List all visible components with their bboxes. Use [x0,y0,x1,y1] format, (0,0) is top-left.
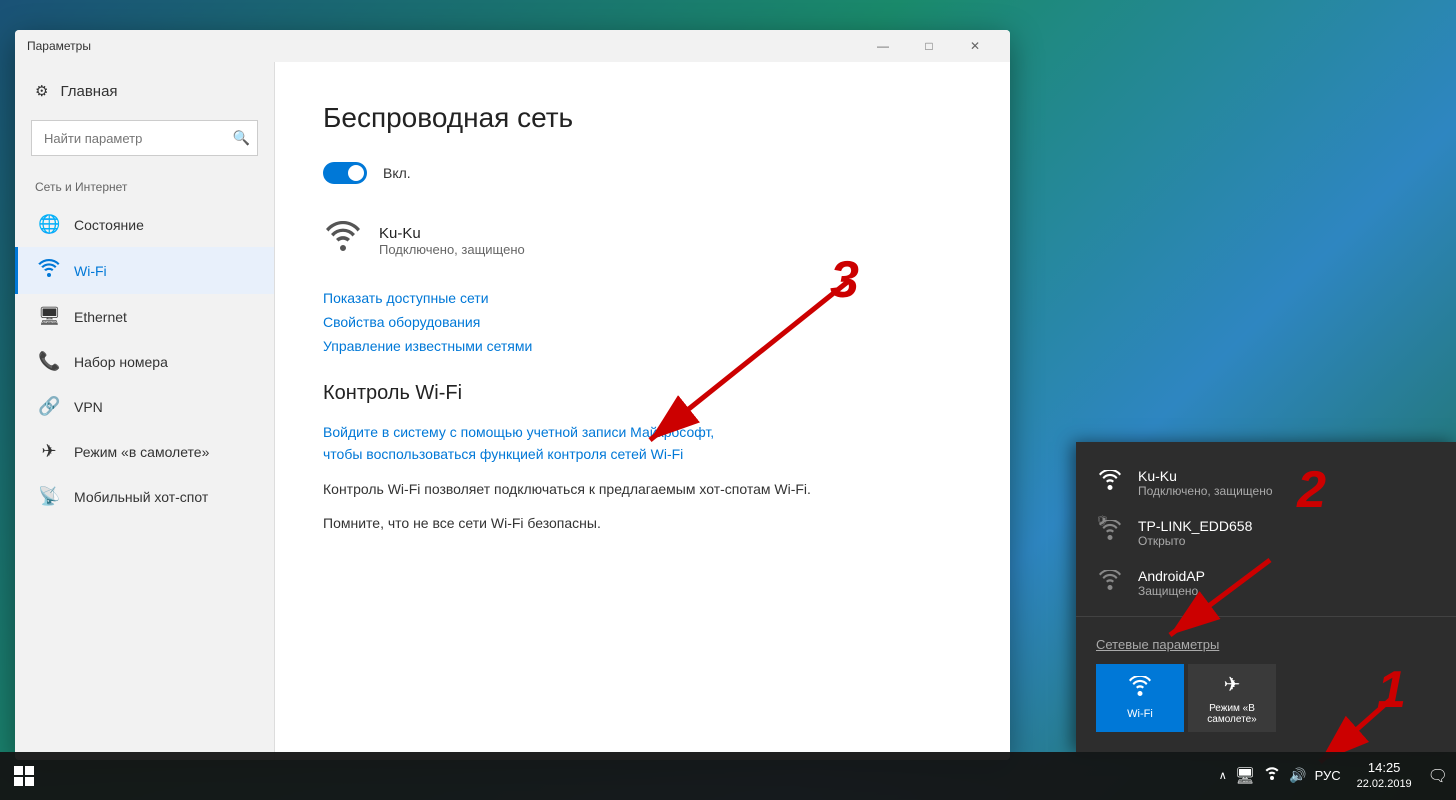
flyout-androidap-name: AndroidAP [1138,568,1205,584]
network-status: Подключено, защищено [379,242,525,257]
quick-airplane-label: Режим «В самолете» [1188,703,1276,725]
flyout-network-androidap[interactable]: AndroidAP Защищено [1076,558,1456,608]
network-flyout: Ku-Ku Подключено, защищено 🛡 TP-LINK_EDD… [1076,442,1456,752]
flyout-androidap-status: Защищено [1138,584,1205,598]
flyout-divider [1076,616,1456,617]
flyout-network-tplink[interactable]: 🛡 TP-LINK_EDD658 Открыто [1076,508,1456,558]
connected-network-card: Ku-Ku Подключено, защищено [323,212,962,270]
flyout-wifi-icon-kuku [1096,470,1124,496]
sidebar: ⚙ Главная 🔍 Сеть и Интернет 🌐 Состояние [15,62,275,760]
section-label: Сеть и Интернет [15,164,274,202]
wifi-control-subtitle: Контроль Wi-Fi [323,382,962,405]
wifi-control-desc1: Контроль Wi-Fi позволяет подключаться к … [323,478,962,500]
titlebar: Параметры — □ ✕ [15,30,1010,62]
wifi-control-desc2: Помните, что не все сети Wi-Fi безопасны… [323,512,962,534]
wifi-toggle[interactable] [323,162,367,184]
flyout-kuku-info: Ku-Ku Подключено, защищено [1138,468,1273,498]
chevron-icon[interactable]: ∧ [1219,769,1227,782]
taskbar-time: 14:25 [1357,759,1412,777]
flyout-tplink-name: TP-LINK_EDD658 [1138,518,1252,534]
quick-airplane-icon: ✈ [1224,672,1241,697]
sidebar-item-vpn-label: VPN [74,399,103,415]
main-content: Беспроводная сеть Вкл. Ku-Ku Подключено,… [275,62,1010,760]
phone-icon: 📞 [38,351,60,372]
sidebar-home[interactable]: ⚙ Главная [15,70,274,112]
gear-icon: ⚙ [35,82,48,100]
quick-airplane-button[interactable]: ✈ Режим «В самолете» [1188,664,1276,732]
ethernet-icon: 🖥 [38,306,60,327]
sidebar-item-wifi[interactable]: Wi-Fi [15,247,274,294]
flyout-tplink-status: Открыто [1138,534,1252,548]
sidebar-item-hotspot[interactable]: 📡 Мобильный хот-спот [15,474,274,519]
start-button[interactable] [0,752,48,800]
window-body: ⚙ Главная 🔍 Сеть и Интернет 🌐 Состояние [15,62,1010,760]
show-networks-link[interactable]: Показать доступные сети [323,290,962,306]
maximize-button[interactable]: □ [906,30,952,62]
flyout-settings-link[interactable]: Сетевые параметры [1096,637,1436,652]
hotspot-icon: 📡 [38,486,60,507]
settings-window: Параметры — □ ✕ ⚙ Главная 🔍 Сеть и Интер… [15,30,1010,760]
sidebar-item-airplane-label: Режим «в самолете» [74,444,209,460]
sidebar-item-status-label: Состояние [74,217,144,233]
minimize-button[interactable]: — [860,30,906,62]
volume-icon[interactable]: 🔊 [1289,767,1306,784]
flyout-network-kuku[interactable]: Ku-Ku Подключено, защищено [1076,458,1456,508]
notification-icon[interactable]: 🗨 [1428,766,1448,786]
flyout-wifi-icon-tplink: 🛡 [1096,520,1124,546]
manage-known-link[interactable]: Управление известными сетями [323,338,962,354]
toggle-label: Вкл. [383,165,411,181]
flyout-quick-actions: Wi-Fi ✈ Режим «В самолете» [1096,664,1436,732]
network-name: Ku-Ku [379,225,525,242]
sidebar-item-ethernet[interactable]: 🖥 Ethernet [15,294,274,339]
window-controls: — □ ✕ [860,30,998,62]
quick-wifi-icon [1128,676,1152,702]
flyout-bottom: Сетевые параметры Wi-Fi ✈ Режим «В самол… [1076,625,1456,736]
airplane-icon: ✈ [38,441,60,462]
sidebar-item-vpn[interactable]: 🔗 VPN [15,384,274,429]
flyout-kuku-status: Подключено, защищено [1138,484,1273,498]
quick-wifi-button[interactable]: Wi-Fi [1096,664,1184,732]
globe-icon: 🌐 [38,214,60,235]
adapter-properties-link[interactable]: Свойства оборудования [323,314,962,330]
quick-wifi-label: Wi-Fi [1127,708,1153,720]
taskbar-wifi-icon[interactable] [1263,765,1281,786]
wifi-signal-icon [323,220,363,262]
window-title: Параметры [27,39,860,53]
sidebar-item-ethernet-label: Ethernet [74,309,127,325]
taskbar-clock[interactable]: 14:25 22.02.2019 [1349,759,1420,793]
search-icon: 🔍 [233,130,250,147]
monitor-icon[interactable]: 🖥 [1235,766,1255,786]
close-button[interactable]: ✕ [952,30,998,62]
taskbar-date: 22.02.2019 [1357,777,1412,792]
sidebar-item-hotspot-label: Мобильный хот-спот [74,489,208,505]
network-info: Ku-Ku Подключено, защищено [379,225,525,257]
wifi-toggle-row: Вкл. [323,162,962,184]
vpn-icon: 🔗 [38,396,60,417]
sidebar-item-dialup[interactable]: 📞 Набор номера [15,339,274,384]
flyout-wifi-icon-androidap [1096,570,1124,596]
taskbar-right: ∧ 🖥 🔊 РУС 14:25 22.02.2019 🗨 [1219,759,1456,793]
sidebar-item-airplane[interactable]: ✈ Режим «в самолете» [15,429,274,474]
flyout-androidap-info: AndroidAP Защищено [1138,568,1205,598]
flyout-kuku-name: Ku-Ku [1138,468,1273,484]
sidebar-home-label: Главная [60,83,117,100]
language-label: РУС [1315,768,1341,783]
desktop: Параметры — □ ✕ ⚙ Главная 🔍 Сеть и Интер… [0,0,1456,800]
search-input[interactable] [31,120,258,156]
taskbar: ∧ 🖥 🔊 РУС 14:25 22.02.2019 🗨 [0,752,1456,800]
sidebar-item-wifi-label: Wi-Fi [74,263,107,279]
sidebar-item-status[interactable]: 🌐 Состояние [15,202,274,247]
flyout-tplink-info: TP-LINK_EDD658 Открыто [1138,518,1252,548]
page-title: Беспроводная сеть [323,102,962,134]
sidebar-item-dialup-label: Набор номера [74,354,168,370]
wifi-control-login-link[interactable]: Войдите в систему с помощью учетной запи… [323,421,962,466]
wifi-icon [38,259,60,282]
sidebar-search-container: 🔍 [31,120,258,156]
